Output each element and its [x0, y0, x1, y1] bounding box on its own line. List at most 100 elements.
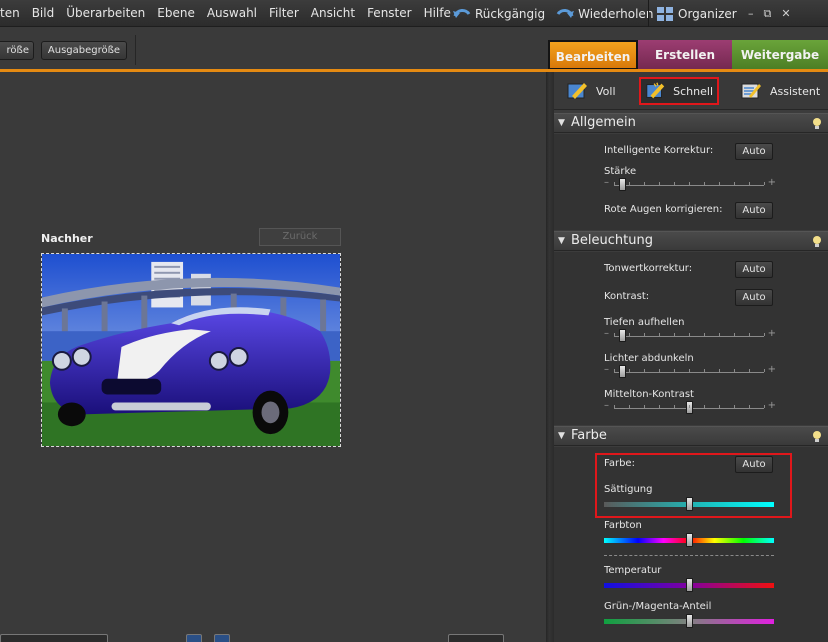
tint-slider[interactable] — [604, 614, 774, 628]
highlights-slider[interactable]: – + — [604, 364, 776, 379]
color-label: Farbe: — [604, 458, 635, 469]
slider-tick — [719, 369, 720, 372]
slider-tick — [734, 369, 735, 372]
minimize-icon[interactable]: – — [748, 7, 754, 20]
undo-label: Rückgängig — [475, 6, 546, 21]
lightbulb-icon[interactable] — [812, 235, 822, 248]
slider-tick — [719, 333, 720, 336]
menu-list: ten Bild Überarbeiten Ebene Auswahl Filt… — [0, 0, 457, 27]
section-header-general[interactable]: ▼ Allgemein — [554, 113, 828, 133]
slider-tick — [689, 405, 690, 408]
slider-tick — [614, 405, 615, 408]
organizer-button[interactable]: Organizer — [648, 0, 737, 27]
slider-thumb[interactable] — [618, 365, 626, 378]
toolbar-divider — [135, 35, 136, 65]
slider-thumb[interactable] — [686, 497, 693, 511]
quick-fix-panel: Voll Schnell Assistent ▼ Allgemein Intel… — [554, 72, 828, 642]
slider-tick — [629, 333, 630, 336]
panel-divider[interactable] — [546, 72, 554, 642]
lightbulb-icon[interactable] — [812, 117, 822, 130]
subtab-quick[interactable]: Schnell — [639, 77, 719, 105]
menu-item-ebene[interactable]: Ebene — [151, 0, 201, 27]
slider-tick — [749, 369, 750, 372]
menu-item-ueberarbeiten[interactable]: Überarbeiten — [60, 0, 151, 27]
slider-tick — [764, 369, 765, 372]
color-auto-button[interactable]: Auto — [735, 456, 773, 473]
slider-tick — [734, 405, 735, 408]
after-label: Nachher — [41, 232, 93, 245]
rotate-right-icon[interactable] — [214, 634, 230, 642]
tab-erstellen[interactable]: Erstellen — [638, 40, 732, 70]
full-edit-icon — [567, 83, 587, 99]
edit-mode-subtabs: Voll Schnell Assistent — [554, 72, 828, 110]
smart-fix-auto-button[interactable]: Auto — [735, 143, 773, 160]
slider-tick — [674, 369, 675, 372]
restore-icon[interactable]: ⧉ — [764, 7, 772, 21]
slider-minus-icon: – — [604, 177, 609, 188]
midtone-contrast-slider[interactable]: – + — [604, 400, 776, 415]
subtab-full[interactable]: Voll — [566, 77, 616, 105]
output-size-button[interactable]: Ausgabegröße — [41, 41, 127, 60]
shadows-slider[interactable]: – + — [604, 328, 776, 343]
menu-item-auswahl[interactable]: Auswahl — [201, 0, 263, 27]
redo-icon — [556, 8, 575, 18]
history-buttons: Rückgängig Wiederholen — [452, 0, 653, 27]
slider-tick — [704, 369, 705, 372]
slider-thumb[interactable] — [686, 614, 693, 628]
menu-item-hilfe[interactable]: Hilfe — [418, 0, 457, 27]
slider-tick — [644, 333, 645, 336]
close-icon[interactable]: ✕ — [781, 7, 790, 20]
rotate-left-icon[interactable] — [186, 634, 202, 642]
slider-tick — [659, 405, 660, 408]
section-title-general: Allgemein — [571, 115, 636, 130]
menu-item-ansicht-partial[interactable]: ten — [0, 0, 26, 27]
menu-item-bild[interactable]: Bild — [26, 0, 61, 27]
slider-thumb[interactable] — [618, 178, 626, 191]
slider-tick — [689, 182, 690, 185]
slider-tick — [704, 182, 705, 185]
car-photo-image — [42, 254, 340, 446]
red-eye-label: Rote Augen korrigieren: — [604, 204, 723, 215]
levels-auto-button[interactable]: Auto — [735, 261, 773, 278]
tab-bearbeiten[interactable]: Bearbeiten — [548, 40, 638, 70]
shadows-label: Tiefen aufhellen — [604, 317, 685, 328]
slider-thumb[interactable] — [686, 578, 693, 592]
highlights-label: Lichter abdunkeln — [604, 353, 694, 364]
section-body-color: Farbe: Auto Sättigung Farbton Temperatur… — [554, 447, 828, 642]
menu-item-filter[interactable]: Filter — [263, 0, 305, 27]
slider-minus-icon: – — [604, 364, 609, 375]
hue-slider[interactable] — [604, 533, 774, 547]
saturation-slider[interactable] — [604, 497, 774, 511]
after-photo[interactable] — [41, 253, 341, 447]
slider-tick — [719, 182, 720, 185]
subtab-full-label: Voll — [596, 84, 616, 98]
slider-thumb[interactable] — [686, 533, 693, 547]
contrast-auto-button[interactable]: Auto — [735, 289, 773, 306]
slider-tick — [674, 405, 675, 408]
redo-button[interactable]: Wiederholen — [555, 7, 653, 21]
subtab-guided[interactable]: Assistent — [740, 77, 820, 105]
slider-tick — [704, 333, 705, 336]
tab-weitergabe[interactable]: Weitergabe — [732, 40, 828, 70]
lightbulb-icon[interactable] — [812, 430, 822, 443]
temperature-slider[interactable] — [604, 578, 774, 592]
section-body-lighting: Tonwertkorrektur: Auto Kontrast: Auto Ti… — [554, 252, 828, 425]
menu-item-fenster[interactable]: Fenster — [361, 0, 418, 27]
undo-button[interactable]: Rückgängig — [452, 7, 545, 21]
image-size-button[interactable]: röße — [0, 41, 34, 60]
slider-tick — [659, 333, 660, 336]
red-eye-auto-button[interactable]: Auto — [735, 202, 773, 219]
redo-label: Wiederholen — [578, 6, 654, 21]
back-button[interactable]: Zurück — [259, 228, 341, 246]
menu-item-ansicht[interactable]: Ansicht — [305, 0, 361, 27]
slider-tick — [719, 405, 720, 408]
section-header-lighting[interactable]: ▼ Beleuchtung — [554, 231, 828, 251]
guided-edit-icon — [741, 83, 761, 99]
slider-tick — [659, 182, 660, 185]
section-header-color[interactable]: ▼ Farbe — [554, 426, 828, 446]
zoom-dropdown[interactable] — [448, 634, 504, 642]
view-dropdown[interactable] — [0, 634, 108, 642]
slider-thumb[interactable] — [618, 329, 626, 342]
smart-fix-label: Intelligente Korrektur: — [604, 145, 714, 156]
strength-slider[interactable]: – + — [604, 177, 776, 192]
